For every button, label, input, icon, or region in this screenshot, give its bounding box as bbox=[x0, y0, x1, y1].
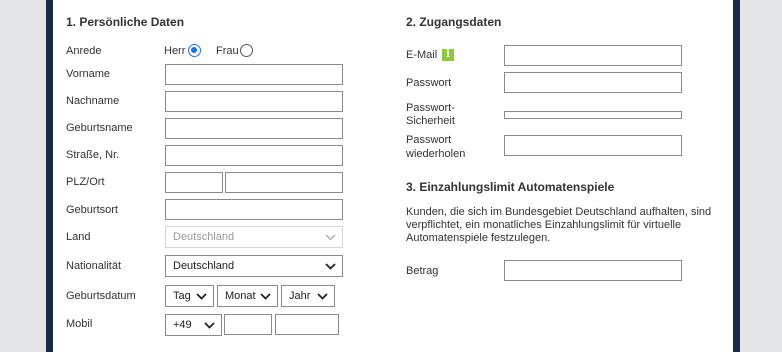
deposit-limit-text-2: verpflichtet, ein monatliches Einzahlung… bbox=[406, 219, 682, 231]
chevron-down-icon bbox=[325, 234, 336, 241]
deposit-limit-text-1: Kunden, die sich im Bundesgebiet Deutsch… bbox=[406, 206, 712, 218]
mobil-label: Mobil bbox=[66, 318, 93, 330]
passwort-wiederholen-label-1: Passwort bbox=[406, 134, 452, 146]
jahr-value: Jahr bbox=[289, 290, 311, 302]
section-title-deposit-limit: 3. Einzahlungslimit Automatenspiele bbox=[406, 180, 615, 194]
geburtsort-label: Geburtsort bbox=[66, 204, 118, 216]
vorwahl-value: +49 bbox=[173, 319, 192, 331]
chevron-down-icon bbox=[204, 322, 215, 329]
chevron-down-icon bbox=[317, 293, 328, 300]
vorwahl-select[interactable]: +49 bbox=[165, 314, 222, 336]
email-label: E-Mail bbox=[406, 49, 438, 61]
geburtsort-input[interactable] bbox=[165, 199, 343, 220]
strasse-label: Straße, Nr. bbox=[66, 149, 120, 161]
tag-select[interactable]: Tag bbox=[165, 285, 214, 307]
section-title-personal: 1. Persönliche Daten bbox=[66, 15, 185, 29]
password-strength-bar bbox=[504, 111, 682, 119]
vorname-input[interactable] bbox=[165, 64, 343, 85]
nationalitaet-value: Deutschland bbox=[173, 260, 235, 272]
jahr-select[interactable]: Jahr bbox=[281, 285, 335, 307]
deposit-limit-text-3: Automatenspiele festzulegen. bbox=[406, 232, 551, 244]
chevron-down-icon bbox=[260, 293, 271, 300]
geburtsname-input[interactable] bbox=[165, 118, 343, 139]
land-select[interactable]: Deutschland bbox=[165, 226, 343, 248]
vorname-label: Vorname bbox=[66, 68, 111, 80]
section-title-access: 2. Zugangsdaten bbox=[406, 15, 502, 29]
land-label: Land bbox=[66, 231, 91, 243]
geburtsdatum-label: Geburtsdatum bbox=[66, 290, 136, 302]
betrag-label: Betrag bbox=[406, 265, 439, 277]
frau-radio[interactable] bbox=[240, 44, 253, 57]
mobil-number-input[interactable] bbox=[275, 314, 339, 335]
nationalitaet-label: Nationalität bbox=[66, 260, 122, 272]
geburtsname-label: Geburtsname bbox=[66, 122, 133, 134]
strasse-input[interactable] bbox=[165, 145, 343, 166]
nachname-input[interactable] bbox=[165, 91, 343, 112]
passwort-label: Passwort bbox=[406, 77, 452, 89]
registration-form: 1. Persönliche Daten Anrede Herr Frau Vo… bbox=[53, 0, 733, 352]
chevron-down-icon bbox=[325, 263, 336, 270]
ort-input[interactable] bbox=[225, 172, 343, 193]
monat-value: Monat bbox=[225, 290, 256, 302]
betrag-input[interactable] bbox=[504, 260, 682, 281]
nachname-label: Nachname bbox=[66, 95, 120, 107]
passwort-staerke-label-1: Passwort- bbox=[406, 102, 455, 114]
passwort-input[interactable] bbox=[504, 72, 682, 93]
passwort-wiederholen-label-2: wiederholen bbox=[406, 148, 466, 160]
frau-label: Frau bbox=[216, 45, 239, 57]
mobil-prefix-input[interactable] bbox=[224, 314, 272, 335]
tag-value: Tag bbox=[173, 290, 191, 302]
monat-select[interactable]: Monat bbox=[217, 285, 278, 307]
herr-radio[interactable] bbox=[188, 44, 201, 57]
passwort-staerke-label-2: Sicherheit bbox=[406, 115, 455, 127]
nationalitaet-select[interactable]: Deutschland bbox=[165, 255, 343, 277]
info-icon[interactable]: i bbox=[442, 49, 454, 61]
passwort-wiederholen-input[interactable] bbox=[504, 135, 682, 156]
email-input[interactable] bbox=[504, 45, 682, 66]
land-value: Deutschland bbox=[173, 231, 235, 243]
herr-label: Herr bbox=[164, 45, 186, 57]
chevron-down-icon bbox=[196, 293, 207, 300]
form-frame: 1. Persönliche Daten Anrede Herr Frau Vo… bbox=[46, 0, 740, 352]
plz-label: PLZ/Ort bbox=[66, 176, 105, 188]
plz-input[interactable] bbox=[165, 172, 223, 193]
anrede-label: Anrede bbox=[66, 45, 102, 57]
